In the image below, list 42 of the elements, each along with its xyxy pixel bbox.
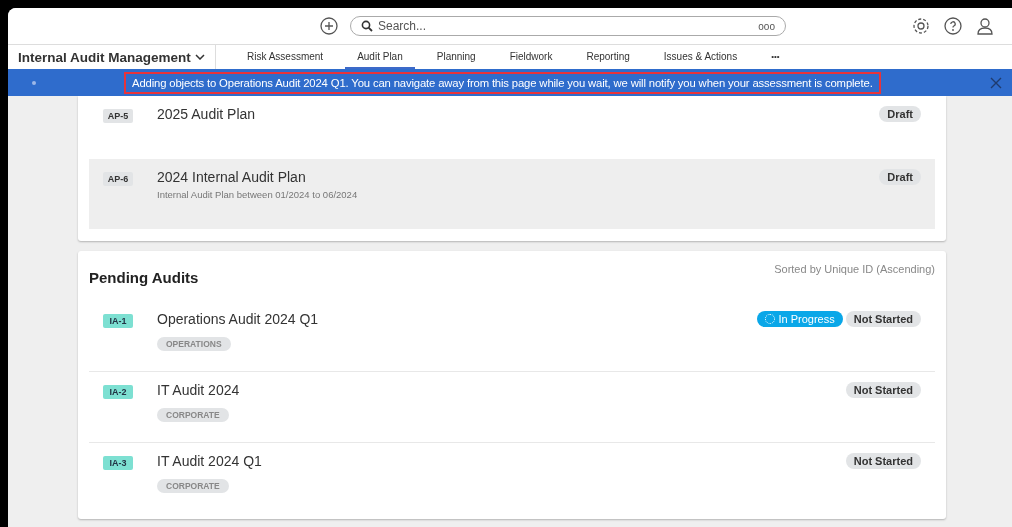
help-icon[interactable] (944, 17, 962, 35)
id-badge: AP-6 (103, 172, 133, 186)
status-badge: Draft (879, 169, 921, 185)
id-badge: IA-1 (103, 314, 133, 328)
nav-tab[interactable]: Reporting (574, 45, 642, 69)
audit-row[interactable]: IA-2 IT Audit 2024 CORPORATE Not Started (89, 372, 935, 443)
nav-tab[interactable]: Fieldwork (497, 45, 565, 69)
audit-title: IT Audit 2024 (157, 382, 240, 398)
status-badge: Draft (879, 106, 921, 122)
id-badge: IA-3 (103, 456, 133, 470)
audit-title: Operations Audit 2024 Q1 (157, 311, 319, 327)
plan-description: Internal Audit Plan between 01/2024 to 06/2024 (157, 189, 358, 200)
audit-row[interactable]: IA-1 Operations Audit 2024 Q1 OPERATIONS In Progress Not Started (89, 301, 935, 372)
search-icon (361, 20, 373, 32)
id-badge: IA-2 (103, 385, 133, 399)
id-badge: AP-5 (103, 109, 133, 123)
nav-tab[interactable]: Risk Assessment (235, 45, 336, 69)
section-title: Pending Audits (89, 269, 199, 286)
category-tag: CORPORATE (157, 408, 229, 422)
plan-row[interactable]: AP-6 2024 Internal Audit Plan Internal Audit Plan between 01/2024 to 06/2024 Draft (89, 159, 935, 229)
plan-title: 2024 Internal Audit Plan (157, 169, 306, 185)
more-tabs-button[interactable]: ••• (759, 45, 792, 69)
sort-note: Sorted by Unique ID (Ascending) (774, 263, 935, 275)
search-options[interactable]: ooo (758, 20, 775, 32)
dots-icon (32, 80, 36, 85)
nav-tab[interactable]: Issues & Actions (651, 45, 750, 69)
user-icon[interactable] (976, 17, 994, 35)
audit-row[interactable]: IA-3 IT Audit 2024 Q1 CORPORATE Not Started (89, 443, 935, 513)
category-tag: OPERATIONS (157, 337, 231, 351)
add-icon[interactable] (320, 17, 338, 35)
plan-row[interactable]: AP-5 2025 Audit Plan Draft (89, 96, 935, 152)
status-badge: Not Started (845, 382, 921, 398)
status-badge: Not Started (845, 453, 921, 469)
plan-title: 2025 Audit Plan (157, 106, 256, 122)
audit-title: IT Audit 2024 Q1 (157, 453, 262, 469)
settings-icon[interactable] (912, 17, 930, 35)
category-tag: CORPORATE (157, 479, 229, 493)
chevron-down-icon (195, 54, 205, 60)
nav-tab[interactable]: Planning (424, 45, 488, 69)
banner-message: Adding objects to Operations Audit 2024 Q1. You can navigate away from this page while you wait, we will notify you when your assessment is complete. (124, 71, 881, 94)
status-badge: In Progress (757, 311, 843, 327)
status-badge: Not Started (845, 311, 921, 327)
